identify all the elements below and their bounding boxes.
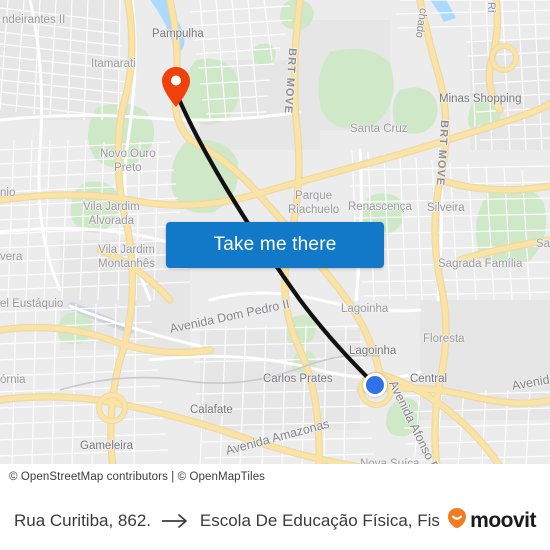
- moovit-brand[interactable]: moovit: [439, 507, 536, 534]
- map-attribution-bar: © OpenStreetMap contributors | © OpenMap…: [0, 464, 550, 490]
- map-view[interactable]: ndeirantes II Pampulha Itamarati chado R…: [0, 0, 550, 490]
- moovit-wordmark: moovit: [470, 508, 536, 532]
- arrow-right-icon: [161, 513, 191, 529]
- take-me-there-button[interactable]: Take me there: [166, 222, 384, 268]
- trip-summary-footer: Rua Curitiba, 862... Escola De Educação …: [0, 490, 550, 550]
- map-attribution-text[interactable]: © OpenStreetMap contributors | © OpenMap…: [0, 471, 265, 483]
- moovit-logo-icon: [447, 507, 467, 534]
- destination-map-dot[interactable]: [363, 373, 387, 397]
- trip-endpoints: Rua Curitiba, 862... Escola De Educação …: [14, 511, 439, 531]
- origin-map-pin-icon[interactable]: [161, 66, 191, 108]
- moovit-trip-map-screen: ndeirantes II Pampulha Itamarati chado R…: [0, 0, 550, 550]
- trip-destination-label: Escola De Educação Física, Fis...: [199, 510, 440, 530]
- trip-origin-label: Rua Curitiba, 862...: [14, 510, 152, 530]
